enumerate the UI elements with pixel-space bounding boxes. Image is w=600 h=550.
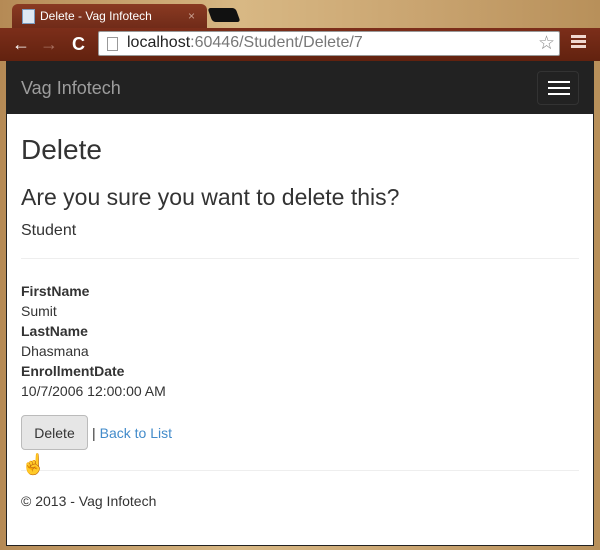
browser-toolbar: ← → C localhost:60446/Student/Delete/7 ☆ [0,28,600,61]
brand-link[interactable]: Vag Infotech [21,78,121,99]
navbar-toggle-button[interactable] [537,71,579,105]
field-label: EnrollmentDate [21,363,125,379]
page-viewport: Vag Infotech Delete Are you sure you wan… [6,61,594,546]
browser-tab[interactable]: Delete - Vag Infotech × [12,4,207,30]
tab-strip: Delete - Vag Infotech × [0,0,600,30]
field-label: LastName [21,323,88,339]
new-tab-button[interactable] [207,8,241,22]
bookmark-star-icon[interactable]: ☆ [538,32,555,55]
footer: © 2013 - Vag Infotech [21,470,579,509]
hand-cursor-icon: ☝ [21,454,46,476]
browser-menu-icon[interactable] [571,35,586,50]
navbar: Vag Infotech [7,62,593,114]
field-value: Dhasmana [21,343,89,359]
url-path: :60446/Student/Delete/7 [190,34,363,51]
confirm-question: Are you sure you want to delete this? [21,184,400,210]
reload-icon[interactable]: C [72,34,85,55]
back-to-list-link[interactable]: Back to List [100,425,172,441]
delete-button[interactable]: Delete [21,415,88,450]
forward-icon[interactable]: → [40,34,58,55]
details-list: FirstName Sumit LastName Dhasmana Enroll… [21,281,579,401]
tab-title: Delete - Vag Infotech [40,9,152,23]
field-value: 10/7/2006 12:00:00 AM [21,383,166,399]
separator: | [92,424,96,441]
back-icon[interactable]: ← [12,34,30,55]
field-label: FirstName [21,283,90,299]
address-bar[interactable]: localhost:60446/Student/Delete/7 ☆ [98,31,560,56]
entity-heading: Student [21,222,77,239]
close-tab-icon[interactable]: × [188,9,195,23]
footer-text: © 2013 - Vag Infotech [21,493,157,509]
field-value: Sumit [21,303,57,319]
divider [21,258,579,259]
url-host: localhost [127,34,191,51]
page-title: Delete [21,134,102,165]
page-favicon-icon [22,9,35,24]
page-icon [107,37,118,51]
